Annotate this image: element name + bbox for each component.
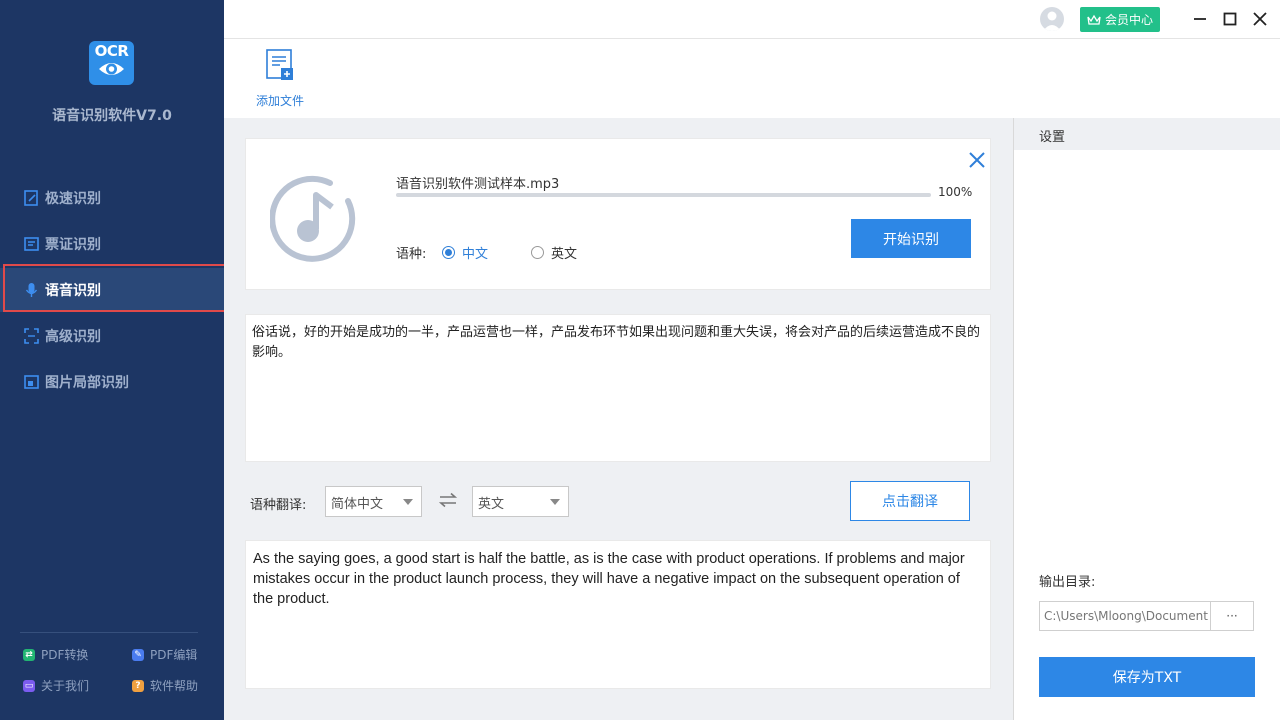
sidebar-item-label: 票证识别: [45, 237, 101, 253]
minimize-button[interactable]: [1189, 8, 1211, 30]
radio-dot: [531, 246, 544, 259]
title-bar: 会员中心: [224, 0, 1280, 39]
remove-file-button[interactable]: [966, 149, 988, 171]
source-language-value: 简体中文: [331, 497, 384, 512]
progress-percent: 100%: [938, 185, 973, 199]
chevron-down-icon: [550, 499, 560, 505]
output-dir-label: 输出目录:: [1039, 575, 1096, 590]
settings-panel: 设置 输出目录: C:\Users\Mloong\Document ··· 保存…: [1013, 118, 1280, 720]
language-radio-english[interactable]: 英文: [531, 243, 577, 262]
progress-fill: [396, 193, 931, 197]
translation-result-area[interactable]: As the saying goes, a good start is half…: [245, 540, 991, 689]
close-window-button[interactable]: [1249, 8, 1271, 30]
vip-center-button[interactable]: 会员中心: [1080, 7, 1160, 32]
sidebar-item-label: 图片局部识别: [45, 375, 129, 391]
help-link[interactable]: ? 软件帮助: [132, 677, 198, 694]
about-label: 关于我们: [41, 679, 90, 693]
file-card: 语音识别软件测试样本.mp3 100% 语种: 中文 英文 开始识别: [245, 138, 991, 290]
logo-text: OCR: [94, 42, 129, 60]
source-language-select[interactable]: 简体中文: [325, 486, 422, 517]
language-radio-chinese[interactable]: 中文: [442, 243, 488, 262]
radio-dot: [442, 246, 455, 259]
progress-bar: [396, 193, 931, 197]
avatar[interactable]: [1040, 7, 1064, 31]
minimize-icon: [1194, 18, 1206, 20]
radio-label: 中文: [462, 247, 489, 262]
sidebar-item-label: 极速识别: [45, 191, 101, 207]
main-area: 语音识别软件测试样本.mp3 100% 语种: 中文 英文 开始识别 俗话说，好…: [224, 118, 1013, 720]
vip-center-label: 会员中心: [1104, 13, 1153, 27]
recognized-text-area[interactable]: 俗话说，好的开始是成功的一半，产品运营也一样，产品发布环节如果出现问题和重大失误…: [245, 314, 991, 462]
microphone-icon: [24, 282, 39, 298]
sidebar-item-label: 高级识别: [45, 329, 101, 345]
sidebar-item-image-partial-ocr[interactable]: 图片局部识别: [0, 360, 224, 404]
add-file-button[interactable]: 添加文件: [252, 48, 308, 109]
about-icon: ▭: [23, 679, 35, 692]
close-icon: [969, 152, 985, 168]
settings-header: 设置: [1014, 118, 1280, 150]
add-file-icon: [266, 49, 293, 80]
help-icon: ?: [132, 679, 144, 692]
radio-label: 英文: [551, 247, 578, 262]
music-note-icon: [270, 175, 356, 262]
save-txt-button[interactable]: 保存为TXT: [1039, 657, 1255, 697]
output-dir-field[interactable]: C:\Users\Mloong\Document: [1039, 601, 1211, 631]
crown-icon: [1087, 14, 1101, 25]
translate-button[interactable]: 点击翻译: [850, 481, 970, 521]
help-label: 软件帮助: [150, 679, 199, 693]
scan-frame-icon: [24, 328, 39, 344]
sidebar-item-ticket-ocr[interactable]: 票证识别: [0, 222, 224, 266]
app-title: 语音识别软件V7.0: [52, 108, 172, 124]
sidebar-item-advanced-ocr[interactable]: 高级识别: [0, 314, 224, 358]
eye-icon: [99, 63, 124, 75]
pdf-edit-label: PDF编辑: [150, 648, 198, 662]
target-language-value: 英文: [478, 497, 505, 512]
maximize-button[interactable]: [1219, 8, 1241, 30]
sidebar-divider: [20, 632, 198, 633]
ticket-icon: [24, 236, 39, 252]
maximize-icon: [1223, 12, 1237, 26]
language-label: 语种:: [396, 247, 427, 262]
sidebar-item-fast-ocr[interactable]: 极速识别: [0, 176, 224, 220]
image-crop-icon: [24, 374, 39, 390]
translation-label: 语种翻译:: [250, 498, 307, 513]
toolbar: 添加文件: [224, 40, 1280, 118]
pdf-convert-link[interactable]: ⇄ PDF转换: [23, 646, 88, 663]
sidebar: OCR 语音识别软件V7.0 极速识别 票证识别 语音识别 高级识别 图片局部识…: [0, 0, 229, 720]
pdf-edit-icon: ✎: [132, 648, 144, 661]
add-file-label: 添加文件: [255, 94, 304, 108]
pdf-edit-link[interactable]: ✎ PDF编辑: [132, 646, 197, 663]
chevron-down-icon: [403, 499, 413, 505]
close-icon: [1253, 12, 1267, 26]
browse-button[interactable]: ···: [1210, 601, 1254, 631]
about-link[interactable]: ▭ 关于我们: [23, 677, 89, 694]
pdf-convert-icon: ⇄: [23, 648, 35, 661]
file-name: 语音识别软件测试样本.mp3: [396, 177, 560, 192]
app-logo: OCR: [89, 41, 134, 85]
sidebar-item-label: 语音识别: [45, 283, 101, 299]
swap-icon: [438, 492, 458, 508]
swap-languages-button[interactable]: [438, 492, 458, 512]
target-language-select[interactable]: 英文: [472, 486, 569, 517]
translation-row: 语种翻译: 简体中文 英文 点击翻译: [245, 481, 991, 524]
sidebar-item-voice-ocr[interactable]: 语音识别: [0, 268, 224, 312]
pdf-convert-label: PDF转换: [41, 648, 89, 662]
fast-scan-icon: [24, 190, 39, 206]
start-recognition-button[interactable]: 开始识别: [851, 219, 971, 258]
